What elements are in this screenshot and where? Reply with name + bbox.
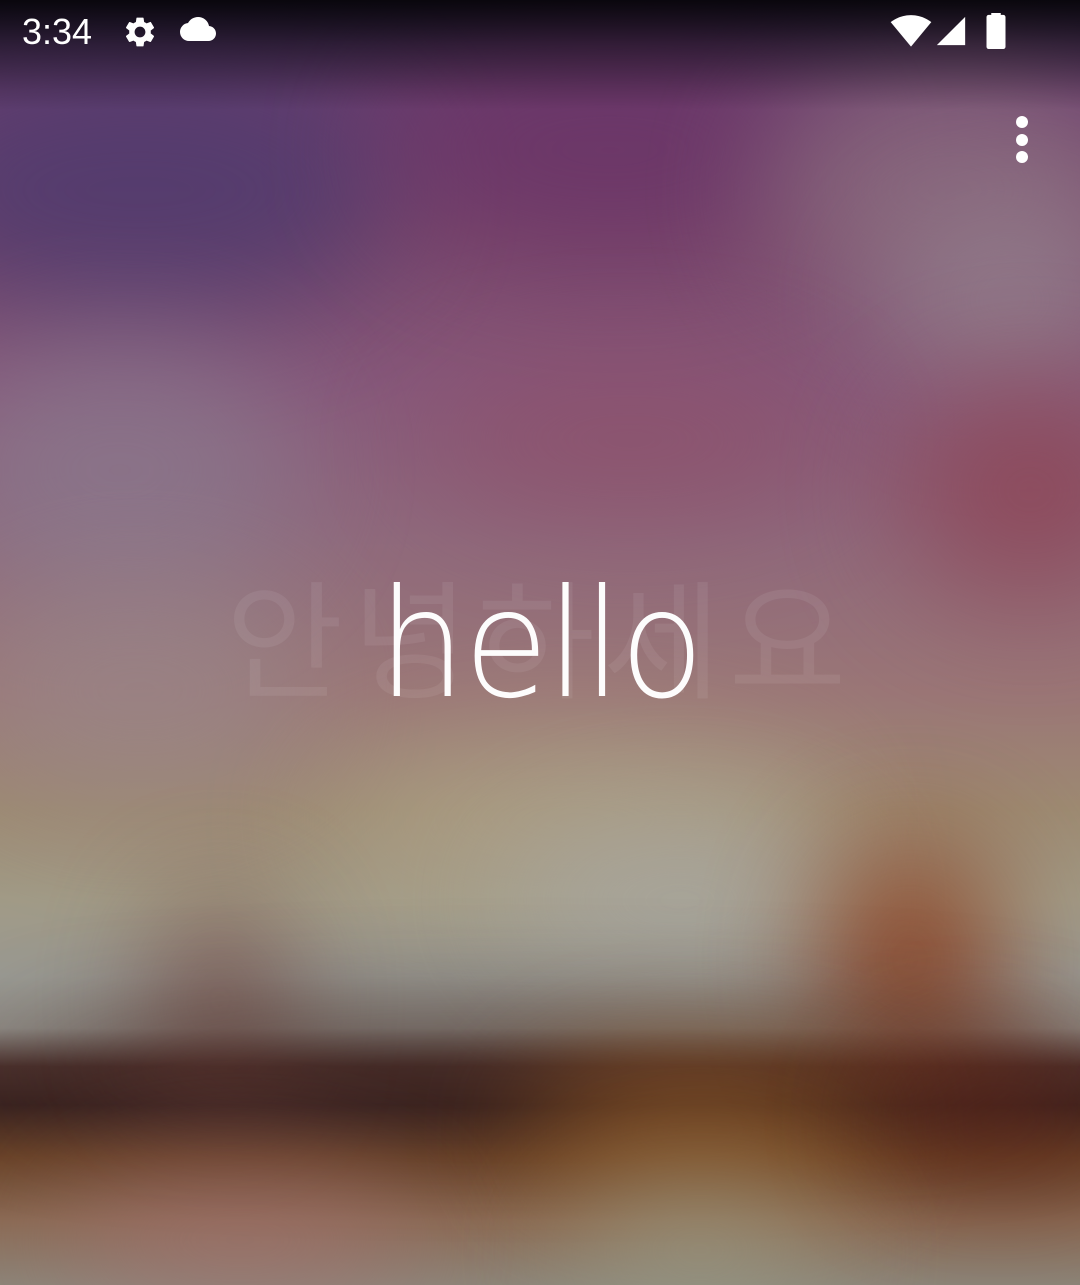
greeting-container: hello [0, 565, 1080, 725]
screen: 3:34 안녕하세요 hello [0, 0, 1080, 1285]
battery-icon [984, 12, 1008, 54]
settings-gear-icon [122, 14, 158, 54]
cell-signal-icon [934, 14, 968, 52]
cloud-icon [178, 14, 218, 54]
greeting-text: hello [377, 558, 704, 732]
overflow-menu-button[interactable] [992, 108, 1052, 172]
more-vert-icon [992, 108, 1052, 172]
status-time: 3:34 [22, 11, 93, 52]
wifi-icon [890, 12, 932, 52]
status-bar: 3:34 [0, 0, 1080, 64]
